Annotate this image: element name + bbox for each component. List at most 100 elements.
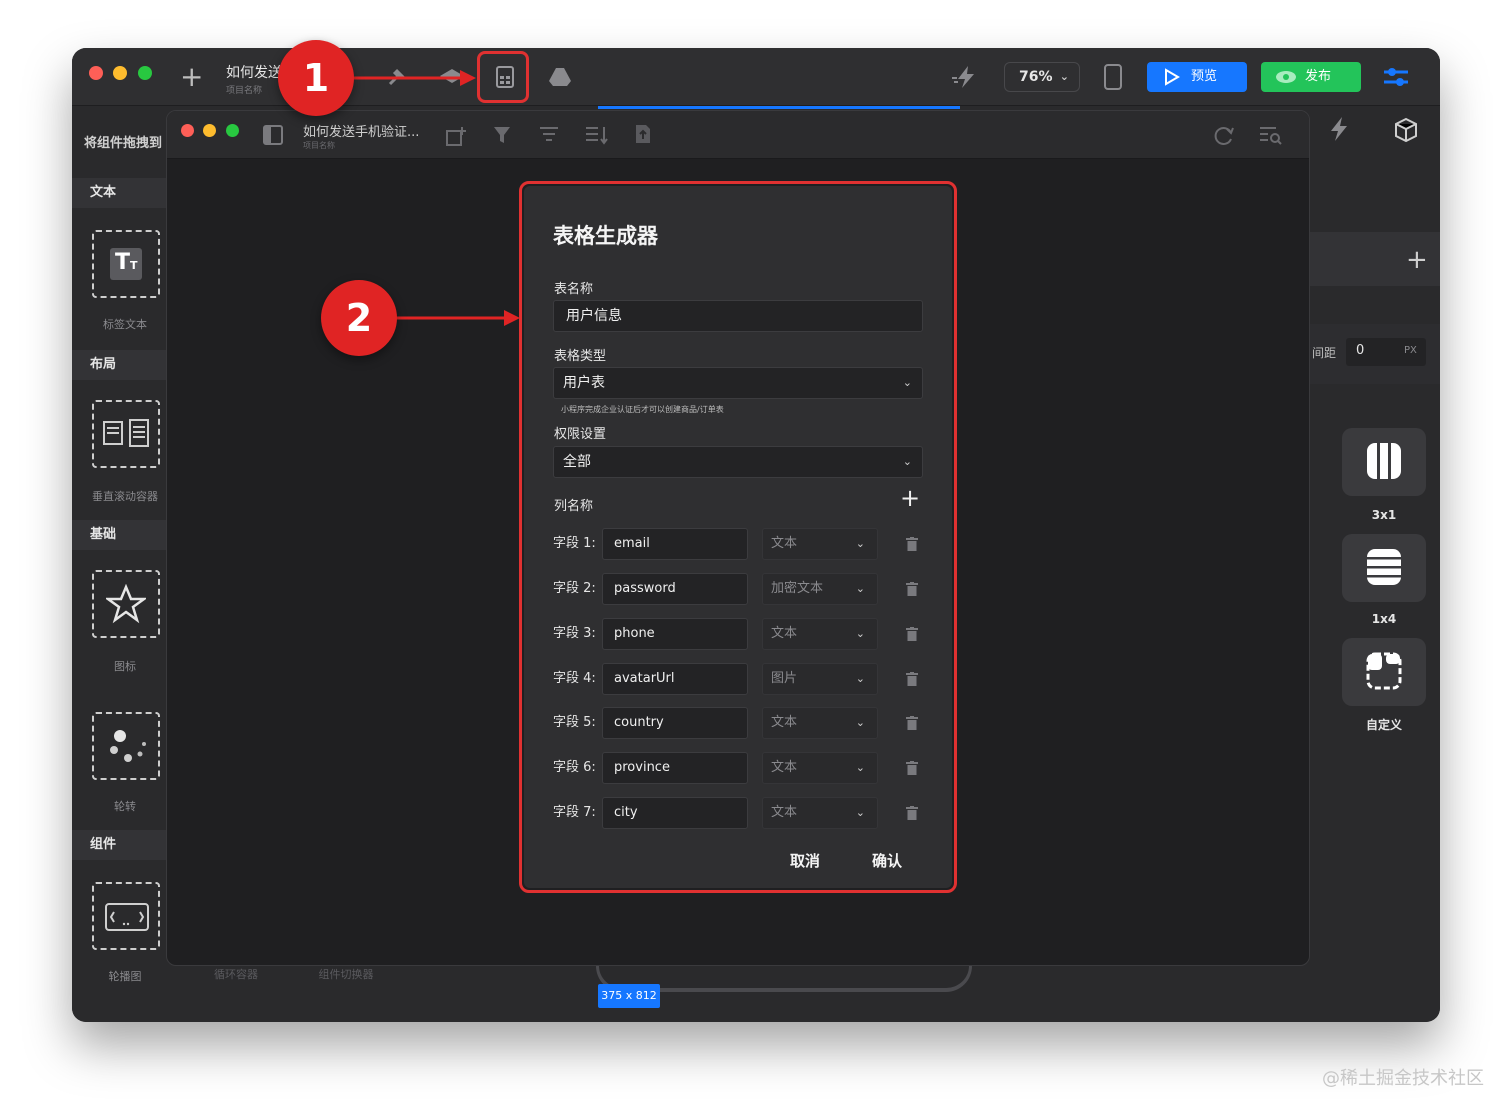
sidebar-toggle-icon[interactable] bbox=[263, 125, 283, 145]
rows-icon bbox=[1367, 549, 1401, 585]
field-type-select[interactable]: 文本 ⌄ bbox=[762, 707, 878, 739]
align-icon[interactable] bbox=[539, 125, 559, 143]
layout-1x4-label: 1x4 bbox=[1371, 612, 1397, 626]
chevron-down-icon: ⌄ bbox=[855, 806, 865, 819]
dots-loader-icon bbox=[110, 730, 146, 762]
chevron-down-icon: ⌄ bbox=[855, 716, 865, 729]
component-icon[interactable] bbox=[92, 570, 160, 638]
play-icon bbox=[1165, 68, 1180, 86]
field-name-input[interactable]: password bbox=[602, 573, 748, 605]
columns-icon bbox=[1367, 443, 1401, 479]
close-window-button[interactable] bbox=[89, 66, 103, 80]
confirm-button[interactable]: 确认 bbox=[872, 850, 902, 871]
trash-icon[interactable] bbox=[906, 537, 918, 551]
spacing-input[interactable]: 0 PX bbox=[1346, 338, 1426, 366]
filter-icon[interactable] bbox=[493, 125, 511, 145]
field-name-input[interactable]: phone bbox=[602, 618, 748, 650]
inner-maximize-button[interactable] bbox=[226, 124, 239, 137]
add-column-icon[interactable]: + bbox=[900, 486, 920, 510]
spacing-unit: PX bbox=[1404, 345, 1417, 356]
field-row: 字段 6: province 文本 ⌄ bbox=[524, 752, 952, 784]
permission-select[interactable]: 全部 ⌄ bbox=[553, 446, 923, 478]
lightning-panel-icon[interactable] bbox=[1328, 116, 1350, 142]
trash-icon[interactable] bbox=[906, 806, 918, 820]
field-type-value: 文本 bbox=[771, 626, 798, 641]
component-rotation[interactable] bbox=[92, 712, 160, 780]
table-type-hint: 小程序完成企业认证后才可以创建商品/订单表 bbox=[561, 405, 724, 414]
inner-project-title-text: 如何发送手机验证... bbox=[303, 125, 420, 140]
component-label-text[interactable]: TT bbox=[92, 230, 160, 298]
trash-icon[interactable] bbox=[906, 627, 918, 641]
cube-icon[interactable] bbox=[1392, 116, 1420, 144]
table-name-input[interactable]: 用户信息 bbox=[553, 300, 923, 332]
custom-grid-icon bbox=[1366, 652, 1402, 690]
lightning-icon[interactable] bbox=[950, 64, 980, 90]
trash-icon[interactable] bbox=[906, 582, 918, 596]
maximize-window-button[interactable] bbox=[138, 66, 152, 80]
trash-icon[interactable] bbox=[906, 672, 918, 686]
search-list-icon[interactable] bbox=[1259, 125, 1283, 145]
text-tool-icon: TT bbox=[110, 248, 142, 280]
component-vertical-scroll[interactable] bbox=[92, 400, 160, 468]
canvas-selection-line bbox=[598, 106, 960, 109]
sort-icon[interactable] bbox=[585, 125, 609, 145]
field-name-input[interactable]: city bbox=[602, 797, 748, 829]
inner-minimize-button[interactable] bbox=[203, 124, 216, 137]
component-carousel-name: 轮播图 bbox=[108, 970, 142, 983]
field-name-input[interactable]: province bbox=[602, 752, 748, 784]
sidebar-header: 将组件拖拽到 bbox=[84, 136, 163, 151]
component-loop-container[interactable]: 循环容器 bbox=[182, 966, 290, 982]
layout-1x4-button[interactable] bbox=[1342, 534, 1426, 602]
columns-label: 列名称 bbox=[554, 499, 594, 514]
component-carousel[interactable] bbox=[92, 882, 160, 950]
inner-close-button[interactable] bbox=[181, 124, 194, 137]
device-icon[interactable] bbox=[1104, 64, 1122, 90]
table-type-select[interactable]: 用户表 ⌄ bbox=[553, 367, 923, 399]
zoom-select[interactable]: 76% ⌄ bbox=[1004, 62, 1080, 92]
add-icon[interactable]: + bbox=[180, 63, 203, 91]
layout-custom-button[interactable] bbox=[1342, 638, 1426, 706]
section-layout-header: 布局 bbox=[72, 350, 166, 380]
layout-3x1-label: 3x1 bbox=[1371, 508, 1397, 522]
field-type-select[interactable]: 文本 ⌄ bbox=[762, 752, 878, 784]
section-text-header: 文本 bbox=[72, 178, 166, 208]
field-name-input[interactable]: country bbox=[602, 707, 748, 739]
project-subtitle: 项目名称 bbox=[226, 86, 263, 96]
cancel-button[interactable]: 取消 bbox=[790, 850, 820, 871]
drive-icon[interactable] bbox=[548, 66, 572, 88]
settings-sliders-icon[interactable] bbox=[1382, 64, 1410, 90]
minimize-window-button[interactable] bbox=[113, 66, 127, 80]
preview-label: 预览 bbox=[1191, 69, 1218, 84]
component-switcher[interactable]: 组件切换器 bbox=[292, 966, 400, 982]
add-table-icon[interactable] bbox=[445, 125, 467, 147]
chevron-down-icon: ⌄ bbox=[902, 455, 912, 468]
field-type-select[interactable]: 图片 ⌄ bbox=[762, 663, 878, 695]
field-type-value: 文本 bbox=[771, 760, 798, 775]
field-type-select[interactable]: 文本 ⌄ bbox=[762, 528, 878, 560]
field-label: 字段 2: bbox=[553, 581, 596, 596]
field-label: 字段 6: bbox=[553, 760, 596, 775]
table-type-value: 用户表 bbox=[563, 375, 605, 391]
preview-button[interactable]: 预览 bbox=[1147, 62, 1247, 92]
add-panel-icon[interactable]: + bbox=[1406, 247, 1428, 273]
publish-label: 发布 bbox=[1305, 69, 1332, 84]
component-sidebar: 将组件拖拽到 文本 TT 标签文本 布局 垂直滚动容器 基础 图标 轮转 组件 … bbox=[72, 106, 166, 1022]
toolbar-highlight-frame bbox=[477, 51, 529, 103]
field-label: 字段 1: bbox=[553, 536, 596, 551]
field-type-select[interactable]: 文本 ⌄ bbox=[762, 618, 878, 650]
layout-custom-label: 自定义 bbox=[1365, 718, 1402, 732]
trash-icon[interactable] bbox=[906, 716, 918, 730]
field-row: 字段 4: avatarUrl 图片 ⌄ bbox=[524, 663, 952, 695]
refresh-icon[interactable] bbox=[1213, 125, 1235, 147]
publish-button[interactable]: 发布 bbox=[1261, 62, 1361, 92]
layout-3x1-button[interactable] bbox=[1342, 428, 1426, 496]
export-icon[interactable] bbox=[633, 123, 653, 145]
component-label-text-name: 标签文本 bbox=[103, 318, 147, 331]
field-name-input[interactable]: avatarUrl bbox=[602, 663, 748, 695]
field-name-input[interactable]: email bbox=[602, 528, 748, 560]
trash-icon[interactable] bbox=[906, 761, 918, 775]
properties-panel: + 间距 0 PX 3x1 1x4 自定义 bbox=[1310, 106, 1440, 1022]
field-type-select[interactable]: 文本 ⌄ bbox=[762, 797, 878, 829]
field-type-select[interactable]: 加密文本 ⌄ bbox=[762, 573, 878, 605]
chevron-down-icon: ⌄ bbox=[855, 627, 865, 640]
